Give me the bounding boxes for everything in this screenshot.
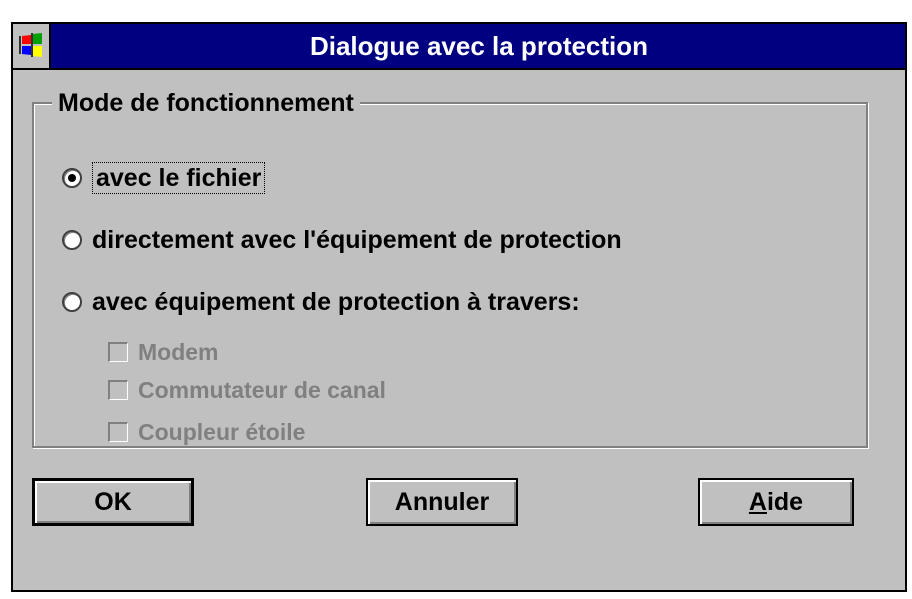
groupbox-label: Mode de fonctionnement bbox=[52, 88, 360, 118]
checkbox-label-star-coupler: Coupleur étoile bbox=[138, 418, 306, 445]
radio-label-direct-equipment: directement avec l'équipement de protect… bbox=[92, 225, 622, 254]
checkbox-star-coupler[interactable]: Coupleur étoile bbox=[108, 416, 305, 448]
help-button-mnemonic: A bbox=[748, 487, 767, 516]
window-title: Dialogue avec la protection bbox=[309, 31, 649, 61]
checkbox-box[interactable] bbox=[108, 380, 128, 400]
help-button-label: ide bbox=[766, 487, 804, 516]
title-bar[interactable]: Dialogue avec la protection bbox=[13, 24, 905, 70]
checkbox-label-channel-switch: Commutateur de canal bbox=[138, 376, 386, 403]
radio-label-via-equipment: avec équipement de protection à travers: bbox=[92, 287, 580, 316]
radio-with-file[interactable]: avec le fichier bbox=[62, 160, 266, 196]
cancel-button[interactable]: Annuler bbox=[366, 478, 518, 526]
checkbox-channel-switch[interactable]: Commutateur de canal bbox=[108, 374, 386, 406]
checkbox-modem[interactable]: Modem bbox=[108, 336, 219, 368]
system-menu-button[interactable] bbox=[13, 24, 51, 68]
radio-button[interactable] bbox=[62, 292, 82, 312]
radio-button[interactable] bbox=[62, 230, 82, 250]
ok-button[interactable]: OK bbox=[32, 478, 194, 526]
radio-via-equipment[interactable]: avec équipement de protection à travers: bbox=[62, 284, 580, 320]
help-button[interactable]: Aide bbox=[698, 478, 854, 526]
checkbox-label-modem: Modem bbox=[138, 338, 219, 365]
radio-direct-equipment[interactable]: directement avec l'équipement de protect… bbox=[62, 222, 622, 258]
checkbox-box[interactable] bbox=[108, 422, 128, 442]
windows-logo-icon bbox=[19, 33, 42, 57]
checkbox-box[interactable] bbox=[108, 342, 128, 362]
radio-button-checked[interactable] bbox=[62, 168, 82, 188]
radio-label-with-file: avec le fichier bbox=[92, 162, 266, 194]
